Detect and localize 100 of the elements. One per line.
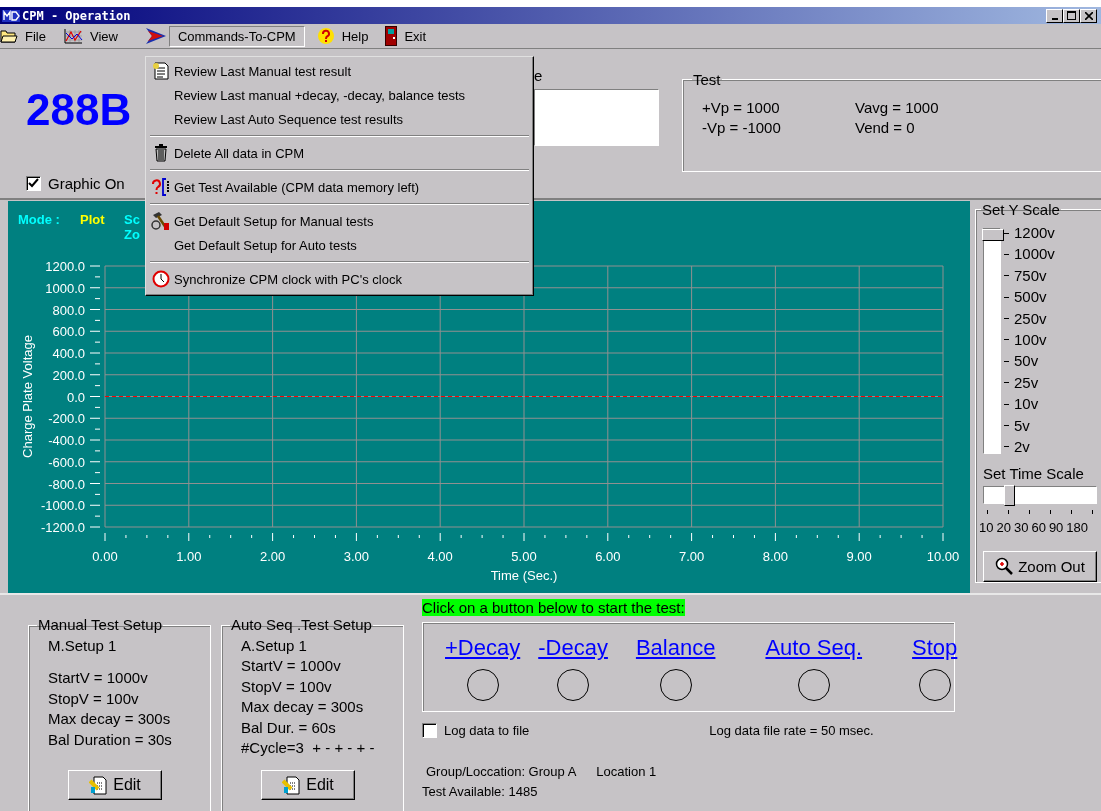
menu-item[interactable]: Commands-To-CPM [168, 25, 305, 47]
scale-label: 10 [979, 519, 994, 535]
maximize-button[interactable] [1063, 8, 1080, 23]
x-tick-label: 0.00 [92, 549, 118, 564]
zoom-out-button[interactable]: Zoom Out [983, 550, 1097, 582]
test-link[interactable]: Auto Seq. [765, 635, 863, 661]
scale-label: 60 [1031, 519, 1046, 535]
y-tick-label: -1200.0 [40, 520, 85, 535]
chart-icon [62, 28, 83, 44]
scale-label: 30 [1013, 519, 1029, 535]
y-tick-label: 200.0 [52, 367, 85, 383]
y-tick-label: 1200.0 [45, 259, 85, 274]
pencil-document-icon [282, 775, 303, 795]
menu-item[interactable]: File [20, 25, 51, 47]
app-logo-icon [2, 9, 20, 22]
x-tick-label: 5.00 [511, 549, 537, 564]
checkbox[interactable] [26, 176, 41, 191]
x-tick-label: 2.00 [259, 549, 286, 564]
window-title: CPM - Operation [22, 8, 131, 23]
y-tick-label: 400.0 [52, 346, 85, 361]
test-available-text: Test Available: 1485 [422, 784, 539, 799]
scale-label: 5v [1014, 416, 1030, 435]
setup-value: Bal Dur. = 60s [241, 717, 337, 738]
x-tick-label: 10.00 [926, 549, 960, 564]
test-link[interactable]: Stop [912, 635, 958, 661]
menu-option[interactable]: Get Default Setup for Manual tests [148, 209, 531, 233]
y-tick-label: 1000.0 [45, 280, 85, 296]
test-link[interactable]: -Decay [538, 635, 608, 661]
setup-value: Max decay = 300s [241, 697, 365, 717]
chart-label: Zo [124, 227, 140, 242]
menu-option[interactable]: Review Last Auto Sequence test results [148, 107, 531, 131]
text-field[interactable] [534, 89, 659, 146]
maximize-icon [1067, 11, 1076, 20]
y-tick-label: -600.0 [48, 454, 85, 470]
menu-option[interactable]: Review Last Manual test result [148, 59, 531, 83]
menu-option[interactable]: Delete All data in CPM [148, 141, 531, 165]
x-axis-title: Time (Sec.) [490, 568, 558, 583]
mode-value: Plot [80, 212, 105, 227]
group-location-text: Group/Loccation: Group A [426, 764, 577, 779]
setup-value: Bal Duration = 30s [48, 729, 173, 750]
menu-option[interactable]: Get Test Available (CPM data memory left) [148, 175, 531, 199]
menu-item[interactable]: View [84, 25, 123, 47]
y-tick-label: 800.0 [52, 302, 85, 318]
reading-text: -Vp = -1000 [702, 118, 782, 138]
scale-label: 250v [1014, 309, 1047, 328]
menu-item[interactable]: Help [336, 25, 374, 47]
tools-icon [151, 211, 171, 231]
group-title: Set Y Scale [981, 201, 1061, 218]
field-label: e [534, 67, 544, 86]
setup-value: Max decay = 300s [48, 709, 172, 729]
reading-text: +Vp = 1000 [702, 98, 781, 118]
menu-option[interactable]: Review Last manual +decay, -decay, balance tests [148, 83, 531, 107]
x-tick-label: 6.00 [595, 549, 621, 564]
reading-text: Vend = 0 [855, 118, 916, 138]
scale-label: 1200v [1014, 224, 1055, 242]
edit-button[interactable]: Edit [261, 770, 355, 800]
test-link[interactable]: +Decay [445, 635, 521, 661]
scale-label: 1000v [1014, 245, 1055, 264]
slider-thumb[interactable] [982, 229, 1004, 241]
menu-item[interactable]: Exit [399, 25, 432, 47]
group-title: Test [692, 71, 722, 88]
x-tick-label: 9.00 [846, 549, 872, 564]
y-axis-title: Charge Plate Voltage [20, 335, 35, 458]
menu-option[interactable]: Get Default Setup for Auto tests [148, 233, 531, 257]
y-tick-label: -200.0 [48, 411, 85, 427]
folder-icon [0, 29, 18, 43]
scale-label: 2v [1014, 437, 1030, 456]
menu-option[interactable]: Synchronize CPM clock with PC's clock [148, 267, 531, 291]
x-tick-label: 7.00 [678, 549, 705, 564]
slider-track[interactable] [983, 486, 1097, 504]
scale-label: 100v [1014, 330, 1047, 349]
mode-label: Mode : [18, 212, 60, 227]
memory-icon [151, 178, 171, 196]
magnifier-icon [995, 557, 1014, 576]
location-text: Location 1 [596, 764, 657, 779]
slider-thumb[interactable] [1004, 485, 1015, 506]
graphic-on-checkbox[interactable]: Graphic On [26, 175, 125, 192]
close-button[interactable] [1080, 8, 1097, 23]
setup-value: #Cycle=3 + - + - + - [241, 738, 376, 758]
scale-label: 50v [1014, 352, 1039, 371]
edit-button[interactable]: Edit [68, 770, 162, 800]
y-tick-label: 600.0 [52, 324, 85, 340]
trash-icon [154, 144, 168, 162]
arrow-icon [144, 27, 167, 45]
minimize-icon [1051, 17, 1058, 20]
slider-track[interactable] [983, 228, 1001, 454]
scale-label: 180 [1066, 519, 1089, 535]
checkbox[interactable] [422, 723, 437, 738]
group-title: Auto Seq .Test Setup [230, 615, 373, 635]
setup-value: StartV = 1000v [48, 668, 149, 688]
pencil-document-icon [89, 775, 110, 795]
door-icon [385, 26, 398, 46]
test-link[interactable]: Balance [635, 635, 716, 661]
instruction-text: Click on a button below to start the test: [422, 599, 685, 616]
log-data-checkbox[interactable]: Log data to file [422, 723, 530, 738]
y-tick-label: -1000.0 [40, 498, 85, 514]
x-tick-label: 8.00 [762, 549, 789, 564]
minimize-button[interactable] [1046, 8, 1063, 23]
setup-value: StartV = 1000v [241, 656, 342, 676]
y-tick-label: -400.0 [48, 433, 85, 448]
